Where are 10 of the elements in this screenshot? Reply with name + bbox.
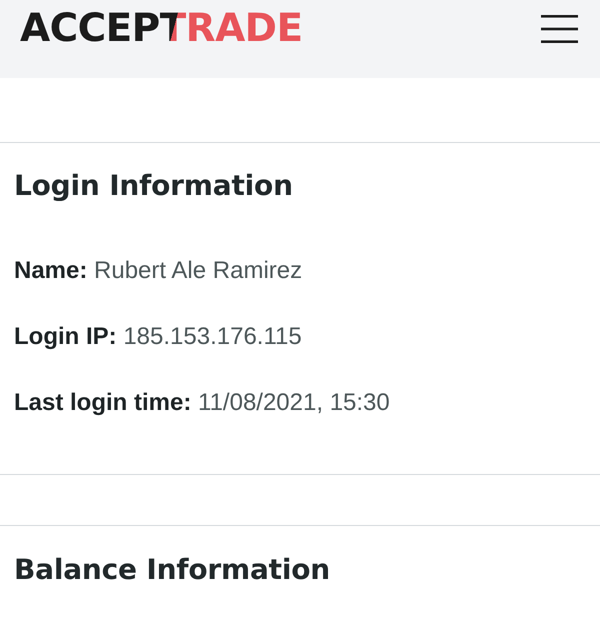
field-label: Name: xyxy=(14,257,88,284)
field-label: Login IP: xyxy=(14,323,117,350)
field-value: Rubert Ale Ramirez xyxy=(94,257,302,284)
logo[interactable]: ACCEPTRADE xyxy=(20,9,302,48)
field-label: Last login time: xyxy=(14,389,192,416)
field-value: 185.153.176.115 xyxy=(123,323,302,350)
section-title: Balance Information xyxy=(14,552,331,588)
section-title: Login Information xyxy=(14,168,294,204)
menu-icon[interactable] xyxy=(541,15,578,43)
field-value: 11/08/2021, 15:30 xyxy=(198,389,390,416)
